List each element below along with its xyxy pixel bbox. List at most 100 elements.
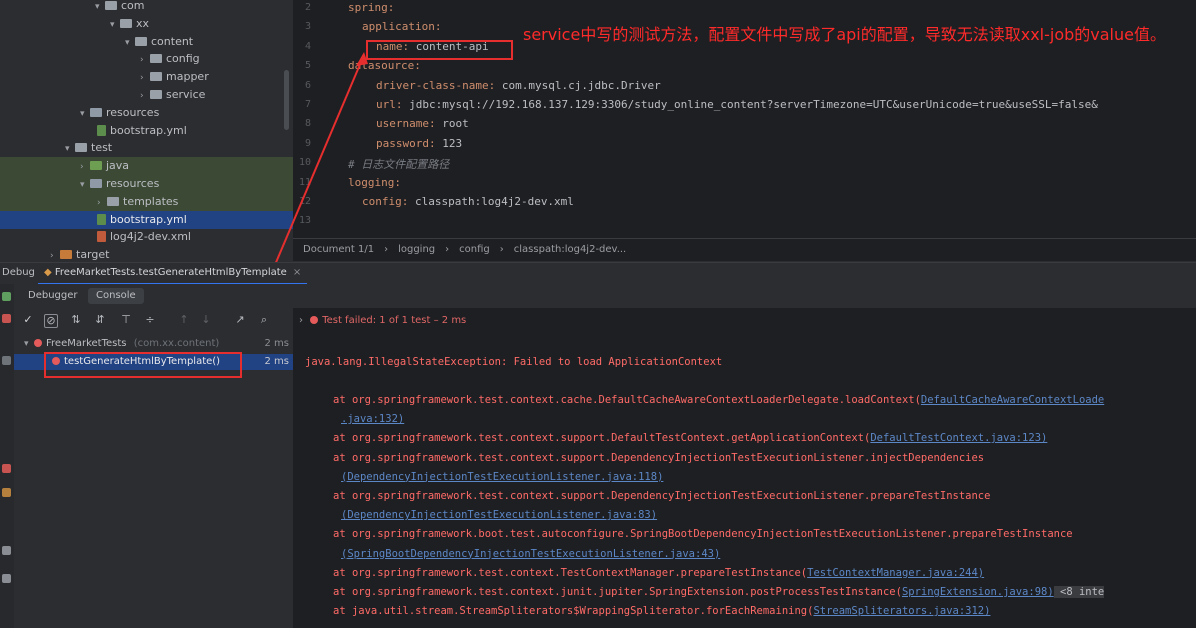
line-number: 12 — [298, 196, 311, 207]
code-token: url: — [376, 98, 410, 111]
collapse-all-icon[interactable]: ÷ — [144, 314, 156, 326]
chevron-right-icon[interactable]: › — [140, 87, 150, 105]
test-root-label: FreeMarketTests — [46, 338, 127, 349]
breadcrumb-item[interactable]: config — [459, 244, 490, 255]
tree-item[interactable]: bootstrap.yml — [0, 210, 293, 229]
chevron-down-icon[interactable]: ▾ — [125, 34, 135, 52]
stacktrace-link[interactable]: DefaultTestContext.java:123) — [870, 432, 1047, 444]
settings-icon[interactable] — [2, 574, 11, 583]
tree-item[interactable]: ▾ xx — [0, 15, 293, 33]
code-token: username: — [376, 117, 443, 131]
code-token: logging: — [348, 175, 401, 189]
tree-item[interactable]: › service — [0, 86, 293, 104]
breakpoint-icon[interactable] — [2, 464, 11, 473]
code-token: application: — [362, 20, 442, 34]
stacktrace-link[interactable]: (SpringBootDependencyInjectionTestExecut… — [341, 548, 720, 560]
fail-icon — [310, 316, 319, 324]
tree-item[interactable]: bootstrap.yml — [0, 122, 293, 140]
folded-frames-badge[interactable]: <8 inte — [1053, 586, 1105, 598]
subtab-debugger[interactable]: Debugger — [20, 288, 86, 304]
chevron-right-icon[interactable]: › — [80, 158, 90, 176]
tree-item[interactable]: ▾ test — [0, 139, 293, 157]
chevron-right-icon: › — [299, 315, 303, 326]
stacktrace-link[interactable]: StreamSpliterators.java:312) — [813, 605, 990, 617]
tree-item-label: service — [166, 88, 206, 101]
tree-item[interactable]: ▾ content — [0, 33, 293, 51]
expand-all-icon[interactable]: ⊤ — [120, 314, 132, 326]
mute-icon[interactable] — [2, 488, 11, 497]
up-icon[interactable]: ↑ — [178, 314, 190, 326]
breadcrumb-item[interactable]: classpath:log4j2-dev... — [514, 244, 626, 255]
code-token: com.mysql.cj.jdbc.Driver — [501, 78, 661, 92]
zoom-icon[interactable]: ⌕ — [258, 314, 270, 326]
debug-label: Debug — [2, 267, 35, 278]
console-output[interactable]: java.lang.IllegalStateException: Failed … — [293, 308, 1196, 628]
breadcrumb-item[interactable]: logging — [398, 244, 435, 255]
highlight-box-name — [366, 40, 513, 60]
code-line: password: 123 — [376, 137, 462, 150]
tree-item[interactable]: › java — [0, 157, 293, 176]
test-tree-root[interactable]: ▾ FreeMarketTests (com.xx.content) 2 ms — [14, 336, 293, 352]
code-token: 123 — [442, 136, 463, 150]
search-icon[interactable] — [2, 546, 11, 555]
stop-circle-icon[interactable]: ⊘ — [44, 314, 58, 328]
tree-item[interactable]: › config — [0, 50, 293, 68]
stacktrace-link[interactable]: (DependencyInjectionTestExecutionListene… — [341, 509, 657, 521]
tree-item-label: content — [151, 34, 194, 48]
subtab-console[interactable]: Console — [88, 288, 144, 304]
tree-item[interactable]: ▾ resources — [0, 175, 293, 193]
line-number: 10 — [298, 157, 311, 169]
annotation-text: service中写的测试方法，配置文件中写成了api的配置，导致无法读取xxl-… — [523, 25, 1166, 44]
stacktrace-link[interactable]: DefaultCacheAwareContextLoade — [921, 394, 1104, 406]
resume-icon[interactable] — [2, 356, 11, 365]
tree-item[interactable]: ▾ resources — [0, 104, 293, 122]
console-line: at org.springframework.test.context.supp… — [333, 432, 1047, 444]
chevron-right-icon[interactable]: › — [97, 194, 107, 212]
stacktrace-link[interactable]: TestContextManager.java:244) — [807, 567, 984, 579]
tree-item-label: log4j2-dev.xml — [110, 230, 191, 244]
folder-icon — [150, 54, 162, 64]
console-line: at org.springframework.test.context.juni… — [333, 586, 1105, 598]
stacktrace-link[interactable]: .java:132) — [341, 413, 404, 425]
folder-icon — [105, 1, 117, 10]
chevron-down-icon[interactable]: ▾ — [65, 140, 75, 158]
tree-item-label: bootstrap.yml — [110, 212, 187, 226]
chevron-down-icon[interactable]: ▾ — [95, 0, 105, 16]
line-number: 9 — [304, 137, 311, 149]
console-text: java.lang.IllegalStateException: Failed … — [305, 356, 723, 368]
folder-icon — [107, 196, 119, 206]
breadcrumb-item[interactable]: Document 1/1 — [303, 244, 374, 255]
chevron-down-icon[interactable]: ▾ — [80, 176, 90, 194]
junit-icon: ◆ — [44, 267, 55, 278]
chevron-right-icon[interactable]: › — [140, 51, 150, 69]
tab-run-config-label: FreeMarketTests.testGenerateHtmlByTempla… — [54, 267, 287, 278]
close-icon[interactable]: × — [293, 267, 301, 278]
chevron-down-icon[interactable]: ▾ — [110, 16, 120, 34]
export-icon[interactable]: ↗ — [234, 314, 246, 326]
tree-item[interactable]: ▾ com — [0, 0, 293, 15]
code-line: url: jdbc:mysql://192.168.137.129:3306/s… — [376, 98, 1098, 111]
rerun-icon[interactable] — [2, 292, 11, 301]
console-line: (SpringBootDependencyInjectionTestExecut… — [341, 548, 720, 560]
tree-item[interactable]: › mapper — [0, 68, 293, 86]
stacktrace-link[interactable]: SpringExtension.java:98) — [902, 586, 1054, 598]
chevron-right-icon[interactable]: › — [140, 69, 150, 87]
sort-alpha-icon[interactable]: ⇅ — [70, 314, 82, 326]
sort-duration-icon[interactable]: ⇵ — [94, 314, 106, 326]
code-line: logging: — [348, 176, 401, 189]
line-number: 5 — [304, 60, 311, 72]
chevron-down-icon[interactable]: ▾ — [80, 105, 90, 123]
tree-item[interactable]: › templates — [0, 192, 293, 212]
tree-scrollbar[interactable] — [284, 70, 289, 130]
tab-run-config[interactable]: ◆ FreeMarketTests.testGenerateHtmlByTemp… — [38, 263, 308, 285]
code-line: application: — [362, 20, 441, 33]
breadcrumb-separator: › — [499, 244, 504, 255]
tree-item[interactable]: log4j2-dev.xml — [0, 228, 293, 246]
stacktrace-link[interactable]: (DependencyInjectionTestExecutionListene… — [341, 471, 663, 483]
stop-icon[interactable] — [2, 314, 11, 323]
down-icon[interactable]: ↓ — [200, 314, 212, 326]
check-icon[interactable]: ✓ — [22, 314, 34, 326]
console-text: at org.springframework.test.context.supp… — [333, 432, 871, 445]
tree-item-label: resources — [106, 105, 160, 119]
line-number: 2 — [304, 2, 311, 13]
